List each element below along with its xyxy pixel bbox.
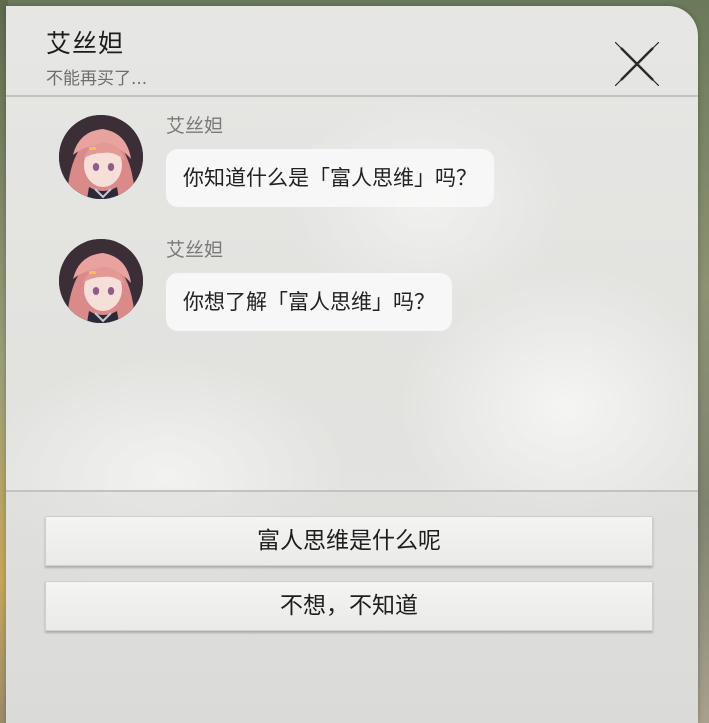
chat-log[interactable]: 艾丝妲 你知道什么是「富人思维」吗？ 艾丝妲 你想了解「富人思维」吗？ — [6, 97, 698, 490]
dialog-header: 艾丝妲 不能再买了... — [6, 6, 698, 97]
message-bubble: 你知道什么是「富人思维」吗？ — [166, 149, 494, 207]
message-sender: 艾丝妲 — [166, 239, 224, 261]
chat-message: 艾丝妲 你想了解「富人思维」吗？ — [6, 221, 698, 331]
character-portrait-icon — [59, 115, 143, 199]
dialog-panel: 艾丝妲 不能再买了... 艾丝妲 你知道什么是「富人思维」吗？ 艾丝妲 你想了解… — [6, 6, 698, 723]
avatar — [59, 115, 143, 199]
close-button[interactable] — [614, 41, 660, 87]
dialog-subtitle: 不能再买了... — [46, 69, 148, 89]
message-sender: 艾丝妲 — [166, 115, 224, 137]
close-x-icon — [614, 41, 660, 87]
character-portrait-icon — [59, 239, 143, 323]
avatar — [59, 239, 143, 323]
reply-options: 富人思维是什么呢 不想，不知道 — [6, 492, 698, 723]
dialog-title: 艾丝妲 — [46, 29, 125, 58]
chat-message: 艾丝妲 你知道什么是「富人思维」吗？ — [6, 97, 698, 207]
reply-option-button[interactable]: 不想，不知道 — [45, 581, 653, 631]
reply-option-button[interactable]: 富人思维是什么呢 — [45, 516, 653, 566]
message-bubble: 你想了解「富人思维」吗？ — [166, 273, 452, 331]
